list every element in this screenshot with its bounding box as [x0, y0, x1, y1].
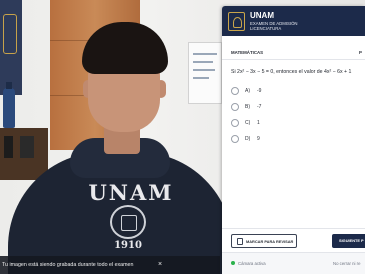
option-letter: C) [245, 120, 251, 126]
header-subtitle: EXAMEN DE ADMISIÓN LICENCIATURA [250, 21, 340, 31]
hoodie-year-text: 1910 [114, 240, 142, 251]
status-dot-icon [231, 261, 235, 265]
unam-logo-icon [228, 12, 245, 31]
option-value: -7 [257, 104, 262, 110]
question-text: Si 2x² − 3x − 5 = 0, entonces el valor d… [231, 69, 352, 75]
header-subtitle-line2: LICENCIATURA [250, 26, 282, 32]
option-letter: D) [245, 136, 251, 142]
option-value: -9 [257, 88, 262, 94]
close-icon[interactable]: × [156, 261, 164, 269]
answer-option-a[interactable]: A) -9 [231, 86, 351, 96]
radio-icon[interactable] [231, 119, 239, 127]
question-counter: P [359, 50, 362, 55]
hoodie-seal-icon [110, 205, 146, 239]
answer-option-c[interactable]: C) 1 [231, 118, 351, 128]
status-bar: Cámara activa No cerrar ni re [222, 252, 365, 274]
option-letter: A) [245, 88, 250, 94]
divider [222, 228, 365, 229]
flag-button-label: MARCAR PARA REVISAR [246, 239, 294, 244]
flag-for-review-button[interactable]: MARCAR PARA REVISAR [231, 234, 297, 248]
radio-icon[interactable] [231, 135, 239, 143]
water-bottle [3, 82, 15, 128]
wall-poster [188, 42, 222, 104]
recording-notice-text: Tu imagen está siendo grabada durante to… [2, 262, 134, 268]
shelf-object [4, 136, 13, 158]
subject-label: MATEMÁTICAS [231, 50, 264, 55]
radio-icon[interactable] [231, 103, 239, 111]
warning-status-text: No cerrar ni re [333, 260, 361, 266]
answer-option-d[interactable]: D) 9 [231, 134, 351, 144]
option-value: 9 [257, 136, 260, 142]
recording-notice-bar: Tu imagen está siendo grabada durante to… [0, 256, 220, 274]
header-title: UNAM [250, 11, 274, 20]
exam-panel: UNAM EXAMEN DE ADMISIÓN LICENCIATURA MAT… [222, 6, 365, 274]
flag-icon [237, 238, 243, 245]
hoodie-print-text: UNAM [88, 180, 174, 205]
shelf-object [20, 136, 34, 158]
frame-crest-icon [3, 14, 17, 54]
answer-option-b[interactable]: B) -7 [231, 102, 351, 112]
option-value: 1 [257, 120, 260, 126]
option-letter: B) [245, 104, 250, 110]
next-button-label: SIGUIENTE P [339, 238, 364, 243]
next-question-button[interactable]: SIGUIENTE P [332, 234, 365, 248]
camera-status-text: Cámara activa [238, 260, 266, 266]
wall-frame [0, 0, 22, 95]
divider [222, 59, 365, 60]
radio-icon[interactable] [231, 87, 239, 95]
exam-header: UNAM EXAMEN DE ADMISIÓN LICENCIATURA [222, 6, 365, 36]
